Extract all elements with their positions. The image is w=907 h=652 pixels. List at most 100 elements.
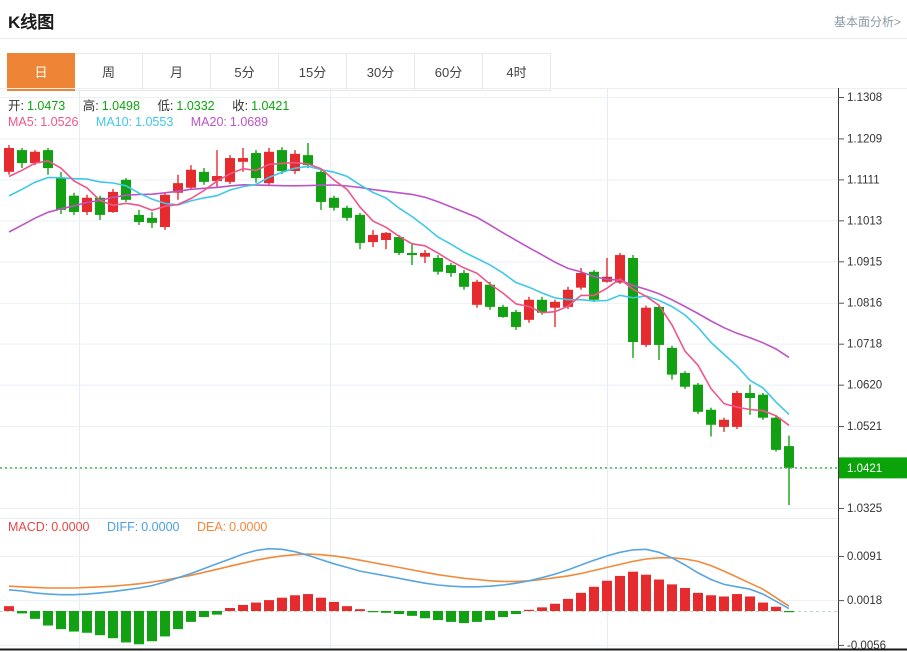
candle[interactable] [641, 305, 651, 348]
candle-body [160, 194, 170, 228]
candle[interactable] [147, 211, 157, 228]
candle[interactable] [82, 194, 92, 215]
candle[interactable] [667, 345, 677, 380]
candle-body [628, 257, 638, 343]
candle[interactable] [342, 205, 352, 221]
candle[interactable] [420, 250, 430, 263]
tab-30分[interactable]: 30分 [347, 53, 415, 91]
macd-bar [394, 611, 404, 615]
candle[interactable] [381, 232, 391, 250]
candle[interactable] [511, 309, 521, 330]
candle[interactable] [186, 165, 196, 190]
current-price-tag-text: 1.0421 [847, 463, 882, 475]
low-value: 1.0332 [176, 99, 215, 113]
macd-bar [563, 598, 573, 611]
candle-body [485, 284, 495, 307]
header-divider [0, 38, 907, 39]
candle-body [4, 148, 14, 172]
macd-bar [30, 611, 40, 619]
macd-bar [186, 611, 196, 622]
candle-body [17, 150, 27, 164]
ma10-value: 1.0553 [135, 115, 174, 129]
candle[interactable] [758, 393, 768, 420]
candle[interactable] [277, 147, 287, 174]
dea-label: DEA: [196, 520, 227, 534]
macd-bar [147, 611, 157, 642]
candle-body [719, 419, 729, 427]
candle-body [82, 197, 92, 212]
candle[interactable] [784, 435, 794, 506]
candle[interactable] [160, 192, 170, 230]
candle[interactable] [771, 416, 781, 452]
open-value: 1.0473 [26, 99, 66, 113]
candle[interactable] [225, 155, 235, 184]
candle[interactable] [472, 279, 482, 308]
candle[interactable] [108, 188, 118, 213]
macd-bar [238, 604, 248, 611]
interval-tabbar: 日周月 5分 15分 30分 60分 4时 [7, 53, 551, 91]
candle[interactable] [498, 304, 508, 318]
high-label: 高: [82, 99, 99, 113]
macd-bar [615, 575, 625, 611]
macd-bar [732, 594, 742, 611]
candle[interactable] [524, 296, 534, 323]
candle-body [745, 393, 755, 399]
candle[interactable] [121, 178, 131, 202]
tab-60分[interactable]: 60分 [415, 53, 483, 91]
macd-label: MACD: [8, 520, 49, 534]
candle-body [30, 151, 40, 164]
candle[interactable] [680, 371, 690, 389]
kline-chart: 1.1308 1.1209 1.1111 1.1013 1.0915 1.0816 1.07… [0, 88, 907, 652]
candle-body [342, 207, 352, 218]
candle[interactable] [719, 417, 729, 432]
macd-bar [43, 611, 53, 626]
candle-body [654, 306, 664, 345]
candle-body [420, 252, 430, 257]
candle[interactable] [17, 148, 27, 169]
tab-日[interactable]: 日 [7, 53, 75, 91]
tab-15分[interactable]: 15分 [279, 53, 347, 91]
candle[interactable] [368, 229, 378, 248]
candle[interactable] [316, 168, 326, 210]
candle[interactable] [654, 304, 664, 360]
tab-4时[interactable]: 4时 [483, 53, 551, 91]
candle-body [238, 158, 248, 162]
candle[interactable] [264, 148, 274, 187]
candle[interactable] [706, 407, 716, 437]
candle[interactable] [693, 382, 703, 414]
candle[interactable] [446, 262, 456, 277]
macd-bar [277, 597, 287, 611]
close-label: 收: [232, 99, 249, 113]
macd-bar [212, 611, 222, 615]
macd-bar [264, 600, 274, 611]
tab-月[interactable]: 月 [143, 53, 211, 91]
price-tick-label: 1.1209 [847, 133, 882, 145]
page-title: K线图 [8, 13, 55, 32]
candle-body [316, 171, 326, 202]
candle[interactable] [550, 299, 560, 327]
macd-bar [251, 602, 261, 611]
candle[interactable] [173, 174, 183, 200]
candle-body [108, 191, 118, 212]
candle[interactable] [251, 150, 261, 183]
candle[interactable] [732, 390, 742, 429]
tab-周[interactable]: 周 [75, 53, 143, 91]
macd-bar [550, 603, 560, 611]
candle[interactable] [69, 192, 79, 215]
macd-legend: MACD: 0.0000 DIFF: 0.0000 DEA: 0.0000 [8, 520, 270, 534]
candle[interactable] [199, 168, 209, 185]
macd-bar [368, 611, 378, 613]
candle[interactable] [459, 270, 469, 290]
candle-body [667, 347, 677, 375]
candle[interactable] [355, 212, 365, 250]
candle[interactable] [4, 145, 14, 175]
macd-bar [134, 611, 144, 645]
candle[interactable] [628, 255, 638, 358]
tab-5分[interactable]: 5分 [211, 53, 279, 91]
candle[interactable] [433, 255, 443, 275]
candle-body [121, 179, 131, 200]
candle-body [186, 169, 196, 188]
macd-tick-label: 0.0091 [847, 551, 882, 563]
candle[interactable] [134, 209, 144, 225]
fundamental-analysis-link[interactable]: 基本面分析> [834, 13, 901, 30]
